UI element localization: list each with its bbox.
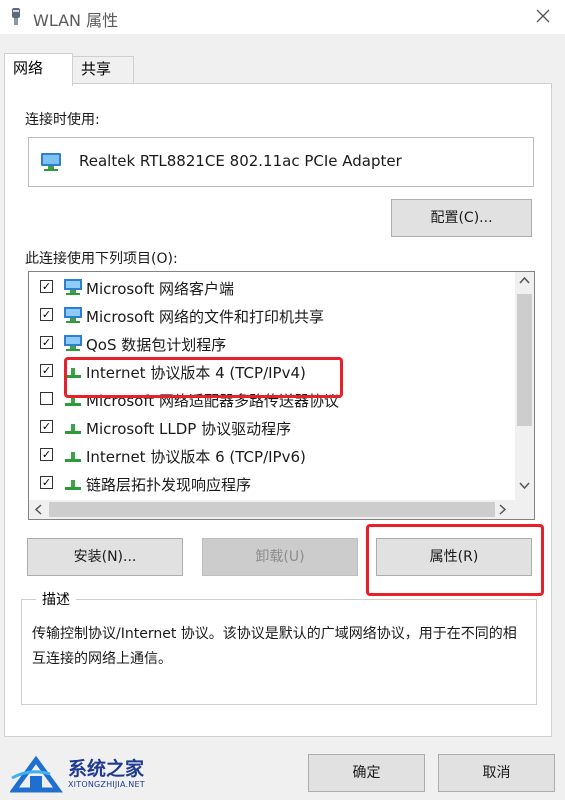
checkbox[interactable]: ✓ bbox=[40, 476, 53, 489]
checkbox[interactable]: ✓ bbox=[40, 280, 53, 293]
item-label: Internet 协议版本 4 (TCP/IPv4) bbox=[86, 364, 306, 382]
list-item[interactable]: ✓ Internet 协议版本 6 (TCP/IPv6) bbox=[29, 441, 514, 469]
watermark-url: XITONGZHIJIA.NET bbox=[68, 780, 145, 789]
list-item[interactable]: ✓ Microsoft LLDP 协议驱动程序 bbox=[29, 413, 514, 441]
items-label: 此连接使用下列项目(O): bbox=[25, 251, 178, 267]
file-printer-sharing-icon bbox=[63, 306, 83, 328]
checkbox[interactable]: ✓ bbox=[40, 420, 53, 433]
protocol-icon bbox=[63, 390, 83, 412]
item-label: Microsoft 网络客户端 bbox=[86, 280, 235, 298]
window-title: WLAN 属性 bbox=[33, 11, 119, 30]
description-group: 描述 传输控制协议/Internet 协议。该协议是默认的广域网络协议，用于在不… bbox=[21, 589, 537, 705]
list-item[interactable]: ✓ 链路层拓扑发现响应程序 bbox=[29, 469, 514, 497]
scroll-down-icon[interactable] bbox=[519, 479, 530, 493]
protocol-icon bbox=[63, 418, 83, 440]
title-bar: WLAN 属性 bbox=[0, 0, 565, 34]
item-label: QoS 数据包计划程序 bbox=[86, 336, 227, 354]
adapter-name: Realtek RTL8821CE 802.11ac PCIe Adapter bbox=[79, 152, 402, 170]
cancel-button[interactable]: 取消 bbox=[438, 754, 555, 792]
connect-using-label: 连接时使用: bbox=[25, 112, 100, 128]
configure-button[interactable]: 配置(C)... bbox=[391, 199, 532, 237]
vertical-scroll-thumb[interactable] bbox=[517, 294, 532, 426]
tab-sharing[interactable]: 共享 bbox=[72, 56, 134, 83]
tab-network[interactable]: 网络 bbox=[4, 53, 73, 86]
checkbox[interactable]: ✓ bbox=[40, 448, 53, 461]
checkbox[interactable] bbox=[40, 392, 53, 405]
ok-button[interactable]: 确定 bbox=[308, 754, 425, 792]
list-item[interactable]: ✓ QoS 数据包计划程序 bbox=[29, 329, 514, 357]
scroll-right-icon[interactable] bbox=[497, 504, 507, 518]
item-label: Microsoft 网络的文件和打印机共享 bbox=[86, 308, 325, 326]
network-tab-panel: 连接时使用: Realtek RTL8821CE 802.11ac PCIe A… bbox=[4, 83, 552, 737]
scroll-up-icon[interactable] bbox=[519, 275, 530, 289]
properties-button[interactable]: 属性(R) bbox=[376, 538, 532, 576]
item-label: 链路层拓扑发现响应程序 bbox=[86, 476, 252, 494]
horizontal-scroll-thumb[interactable] bbox=[49, 502, 495, 517]
network-client-icon bbox=[63, 278, 83, 300]
list-item[interactable]: ✓ Microsoft 网络的文件和打印机共享 bbox=[29, 301, 514, 329]
close-button[interactable] bbox=[528, 4, 558, 30]
watermark-brand: 系统之家 bbox=[68, 758, 145, 780]
list-item[interactable]: Microsoft 网络适配器多路传送器协议 bbox=[29, 385, 514, 413]
close-icon bbox=[536, 9, 550, 23]
description-legend: 描述 bbox=[36, 589, 76, 609]
item-label: Microsoft 网络适配器多路传送器协议 bbox=[86, 392, 340, 410]
components-list[interactable]: ✓ Microsoft 网络客户端 ✓ Microsoft 网络的文件和打印机共… bbox=[28, 271, 535, 520]
protocol-icon bbox=[63, 446, 83, 468]
list-item[interactable]: ✓ Internet 协议版本 4 (TCP/IPv4) bbox=[29, 357, 514, 385]
install-button[interactable]: 安装(N)... bbox=[27, 538, 183, 576]
watermark-logo bbox=[9, 752, 66, 798]
vertical-scrollbar[interactable] bbox=[515, 272, 534, 501]
wlan-icon bbox=[8, 7, 24, 31]
adapter-field: Realtek RTL8821CE 802.11ac PCIe Adapter bbox=[28, 137, 534, 187]
uninstall-button[interactable]: 卸载(U) bbox=[202, 538, 358, 576]
item-label: Microsoft LLDP 协议驱动程序 bbox=[86, 420, 292, 438]
checkbox[interactable]: ✓ bbox=[40, 364, 53, 377]
item-label: Internet 协议版本 6 (TCP/IPv6) bbox=[86, 448, 306, 466]
description-text: 传输控制协议/Internet 协议。该协议是默认的广域网络协议，用于在不同的相… bbox=[32, 626, 517, 667]
checkbox[interactable]: ✓ bbox=[40, 336, 53, 349]
qos-icon bbox=[63, 334, 83, 356]
checkbox[interactable]: ✓ bbox=[40, 308, 53, 321]
horizontal-scrollbar[interactable] bbox=[29, 500, 534, 519]
network-adapter-icon bbox=[39, 152, 63, 176]
scroll-left-icon[interactable] bbox=[34, 504, 44, 518]
protocol-icon bbox=[63, 362, 83, 384]
protocol-icon bbox=[63, 474, 83, 496]
list-item[interactable]: ✓ Microsoft 网络客户端 bbox=[29, 273, 514, 301]
